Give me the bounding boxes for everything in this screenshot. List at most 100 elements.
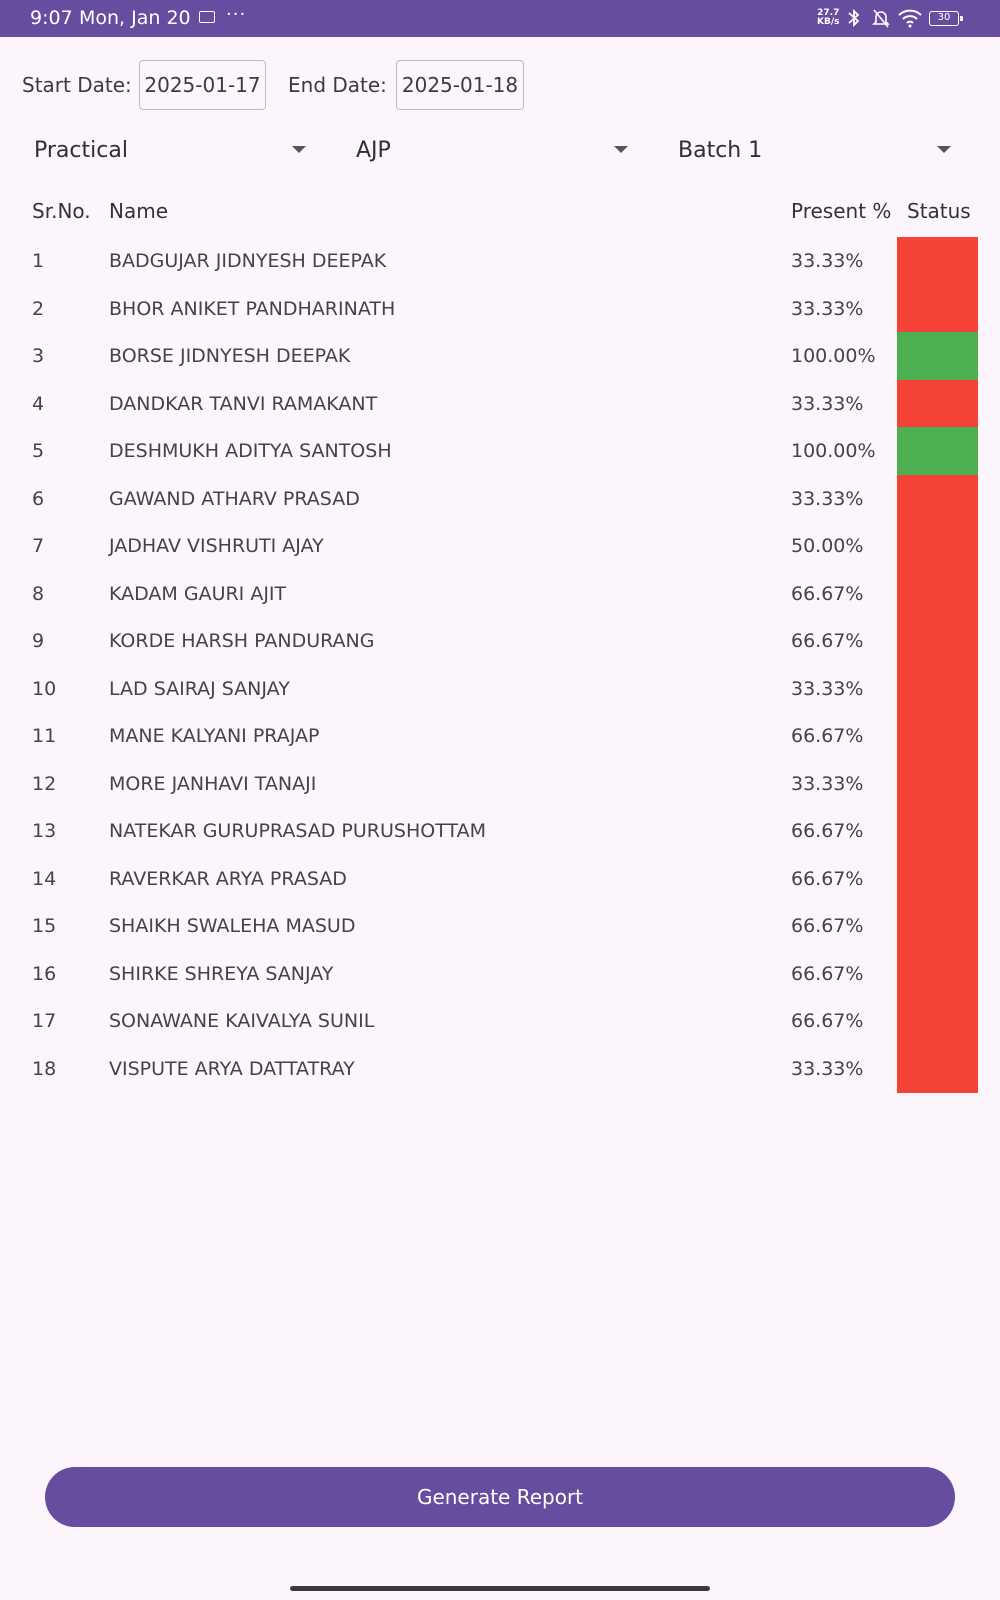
table-row: 6 GAWAND ATHARV PRASAD 33.33% [0, 474, 1000, 523]
row-srno: 17 [32, 1010, 57, 1032]
row-name: KORDE HARSH PANDURANG [109, 630, 375, 652]
row-present-percent: 33.33% [791, 250, 864, 272]
batch-dropdown[interactable]: Batch 1 [678, 125, 958, 175]
row-srno: 16 [32, 962, 57, 985]
row-present-percent: 66.67% [791, 820, 864, 842]
row-status-indicator [897, 1044, 978, 1093]
row-name: SONAWANE KAIVALYA SUNIL [109, 1010, 375, 1032]
chevron-down-icon [614, 146, 628, 153]
row-name: SHAIKH SWALEHA MASUD [109, 915, 356, 937]
row-srno: 9 [32, 630, 45, 652]
row-name: DESHMUKH ADITYA SANTOSH [109, 440, 392, 462]
row-status-indicator [897, 759, 978, 808]
row-present-percent: 33.33% [791, 1057, 864, 1080]
row-srno: 3 [32, 345, 45, 367]
row-name: BADGUJAR JIDNYESH DEEPAK [109, 250, 387, 272]
row-status-indicator [897, 427, 978, 475]
header-present: Present % [791, 199, 892, 223]
row-present-percent: 100.00% [791, 345, 876, 367]
subject-dropdown-value: AJP [356, 137, 391, 163]
home-indicator [290, 1586, 710, 1591]
row-status-indicator [897, 949, 978, 998]
row-srno: 7 [32, 535, 45, 557]
row-name: KADAM GAURI AJIT [109, 582, 287, 605]
row-present-percent: 33.33% [791, 297, 864, 320]
row-name: MANE KALYANI PRAJAP [109, 725, 320, 747]
more-notifications-icon: ··· [226, 4, 247, 25]
row-present-percent: 66.67% [791, 582, 864, 605]
screen-cast-icon [199, 11, 215, 23]
row-status-indicator [897, 807, 978, 855]
table-row: 16 SHIRKE SHREYA SANJAY 66.67% [0, 949, 1000, 998]
row-status-indicator [897, 664, 978, 713]
table-row: 1 BADGUJAR JIDNYESH DEEPAK 33.33% [0, 237, 1000, 285]
row-srno: 11 [32, 725, 57, 747]
table-row: 3 BORSE JIDNYESH DEEPAK 100.00% [0, 332, 1000, 380]
start-date-label: Start Date: [22, 73, 132, 97]
table-row: 4 DANDKAR TANVI RAMAKANT 33.33% [0, 379, 1000, 428]
chevron-down-icon [937, 146, 951, 153]
row-srno: 1 [32, 250, 45, 272]
row-status-indicator [897, 854, 978, 903]
row-srno: 18 [32, 1057, 57, 1080]
row-name: MORE JANHAVI TANAJI [109, 772, 317, 795]
row-srno: 12 [32, 772, 57, 795]
table-row: 12 MORE JANHAVI TANAJI 33.33% [0, 759, 1000, 808]
row-status-indicator [897, 712, 978, 760]
header-srno: Sr.No. [32, 199, 91, 223]
table-row: 5 DESHMUKH ADITYA SANTOSH 100.00% [0, 427, 1000, 475]
row-name: BORSE JIDNYESH DEEPAK [109, 345, 351, 367]
status-date: Mon, Jan 20 [79, 7, 191, 29]
start-date-field[interactable]: 2025-01-17 [139, 60, 266, 110]
network-speed-unit: KB/s [817, 17, 840, 27]
row-name: JADHAV VISHRUTI AJAY [109, 535, 324, 557]
network-speed: 27.7 KB/s [817, 9, 839, 27]
chevron-down-icon [292, 146, 306, 153]
table-row: 14 RAVERKAR ARYA PRASAD 66.67% [0, 854, 1000, 903]
table-row: 7 JADHAV VISHRUTI AJAY 50.00% [0, 522, 1000, 570]
status-bar: 9:07 Mon, Jan 20 ··· 27.7 KB/s 30 [0, 0, 1000, 37]
battery-icon: 30 [929, 11, 963, 26]
row-name: DANDKAR TANVI RAMAKANT [109, 392, 378, 415]
generate-report-button[interactable]: Generate Report [45, 1467, 955, 1527]
table-row: 2 BHOR ANIKET PANDHARINATH 33.33% [0, 284, 1000, 333]
row-srno: 13 [32, 820, 57, 842]
row-present-percent: 33.33% [791, 392, 864, 415]
row-status-indicator [897, 997, 978, 1045]
end-date-label: End Date: [288, 73, 387, 97]
row-present-percent: 66.67% [791, 725, 864, 747]
bell-muted-icon [872, 9, 890, 28]
end-date-field[interactable]: 2025-01-18 [396, 60, 524, 110]
row-status-indicator [897, 569, 978, 618]
row-present-percent: 50.00% [791, 535, 864, 557]
row-name: RAVERKAR ARYA PRASAD [109, 867, 347, 890]
status-time: 9:07 [30, 7, 73, 29]
row-present-percent: 66.67% [791, 630, 864, 652]
row-status-indicator [897, 617, 978, 665]
table-row: 9 KORDE HARSH PANDURANG 66.67% [0, 617, 1000, 665]
row-present-percent: 33.33% [791, 772, 864, 795]
type-dropdown[interactable]: Practical [34, 125, 314, 175]
subject-dropdown[interactable]: AJP [356, 125, 636, 175]
row-name: GAWAND ATHARV PRASAD [109, 487, 360, 510]
row-srno: 15 [32, 915, 57, 937]
row-status-indicator [897, 522, 978, 570]
row-present-percent: 33.33% [791, 677, 864, 700]
row-name: BHOR ANIKET PANDHARINATH [109, 297, 396, 320]
row-srno: 4 [32, 392, 45, 415]
header-name: Name [109, 199, 169, 223]
header-status: Status [907, 199, 971, 223]
row-present-percent: 66.67% [791, 867, 864, 890]
row-present-percent: 66.67% [791, 915, 864, 937]
row-status-indicator [897, 474, 978, 523]
table-row: 11 MANE KALYANI PRAJAP 66.67% [0, 712, 1000, 760]
row-status-indicator [897, 332, 978, 380]
row-srno: 6 [32, 487, 45, 510]
row-status-indicator [897, 237, 978, 285]
bluetooth-icon [848, 8, 860, 28]
table-row: 13 NATEKAR GURUPRASAD PURUSHOTTAM 66.67% [0, 807, 1000, 855]
row-present-percent: 66.67% [791, 962, 864, 985]
table-row: 8 KADAM GAURI AJIT 66.67% [0, 569, 1000, 618]
table-row: 17 SONAWANE KAIVALYA SUNIL 66.67% [0, 997, 1000, 1045]
row-present-percent: 66.67% [791, 1010, 864, 1032]
